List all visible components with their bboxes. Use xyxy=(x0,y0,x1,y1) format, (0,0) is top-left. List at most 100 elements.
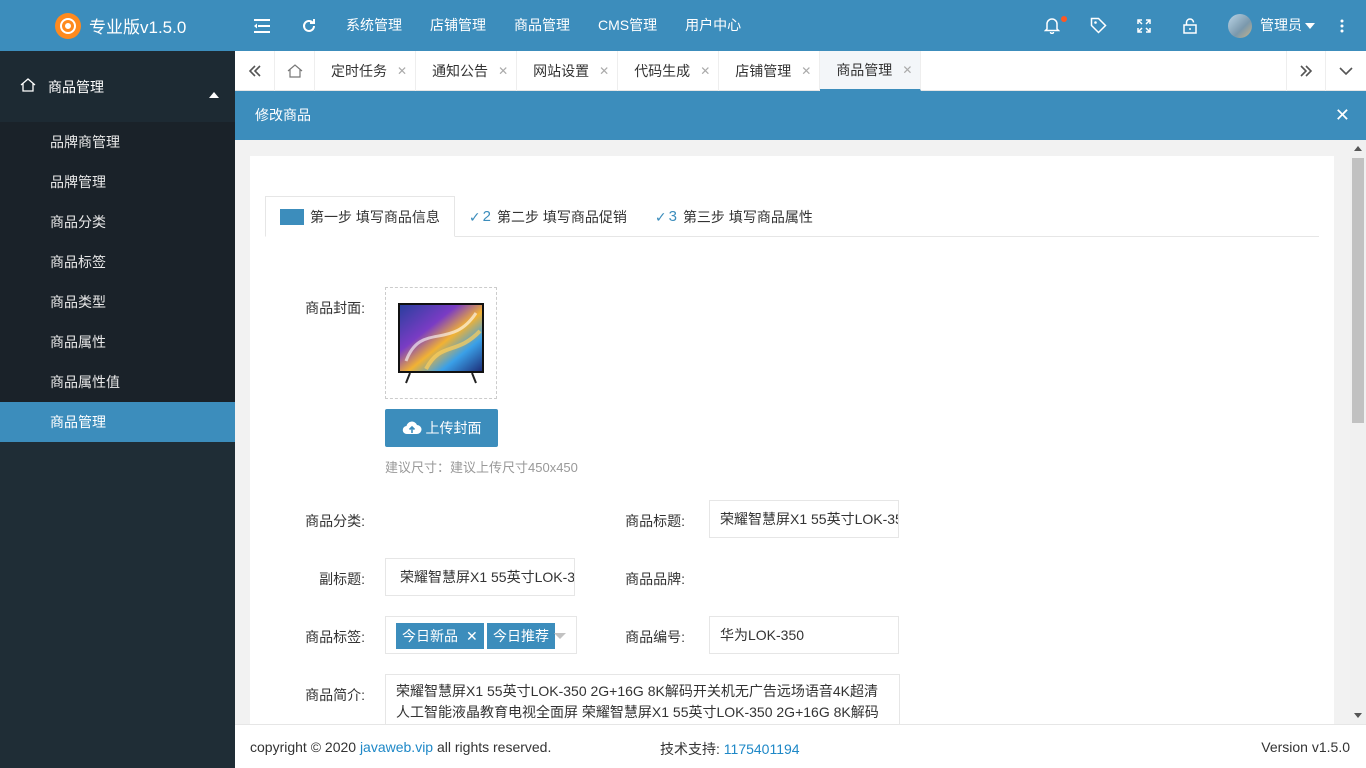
sn-input[interactable]: 华为LOK-350 xyxy=(709,616,899,654)
top-nav-user-center[interactable]: 用户中心 xyxy=(671,0,755,51)
tabs-bar: 定时任务 ✕ 通知公告 ✕ 网站设置 ✕ 代码生成 ✕ 店铺管理 ✕ 商品管理 ✕ xyxy=(235,51,1366,91)
edit-goods-modal: 修改商品 ✕ 第一步 填写商品信息 ✓ 2 第二步 填写商品促销 ✓ 3 第三步… xyxy=(235,91,1366,724)
form-panel: 第一步 填写商品信息 ✓ 2 第二步 填写商品促销 ✓ 3 第三步 填写商品属性… xyxy=(250,156,1334,724)
step-active-icon xyxy=(280,208,304,225)
step-3[interactable]: ✓ 3 第三步 填写商品属性 xyxy=(641,196,827,237)
tag-icon[interactable] xyxy=(1088,0,1108,51)
upload-cover-label: 上传封面 xyxy=(425,420,482,436)
logo: 专业版v1.5.0 xyxy=(0,0,235,51)
sidebar-item-attributes[interactable]: 商品属性 xyxy=(0,322,235,362)
check-icon: ✓ xyxy=(468,208,481,225)
tab-label: 代码生成 xyxy=(634,63,691,79)
tags-select[interactable]: 今日新品 ✕ 今日推荐 xyxy=(385,616,577,654)
tabs-scroll-left-icon[interactable] xyxy=(235,51,275,91)
support-qq-link[interactable]: 1175401194 xyxy=(724,741,800,757)
step-2[interactable]: ✓ 2 第二步 填写商品促销 xyxy=(455,196,641,237)
tags-label: 商品标签: xyxy=(305,629,365,645)
tab-scheduled-tasks[interactable]: 定时任务 ✕ xyxy=(315,51,417,91)
sidebar-item-brand[interactable]: 品牌管理 xyxy=(0,162,235,202)
refresh-icon[interactable] xyxy=(297,0,321,51)
desc-textarea[interactable]: 荣耀智慧屏X1 55英寸LOK-350 2G+16G 8K解码开关机无广告远场语… xyxy=(385,674,900,724)
desc-label: 商品简介: xyxy=(305,687,365,703)
more-vertical-icon[interactable] xyxy=(1334,0,1350,51)
tab-label: 通知公告 xyxy=(432,63,489,79)
close-icon[interactable]: ✕ xyxy=(1335,91,1350,140)
modal-title: 修改商品 xyxy=(255,107,311,123)
tab-notices[interactable]: 通知公告 ✕ xyxy=(416,51,518,91)
sidebar-item-tags[interactable]: 商品标签 xyxy=(0,242,235,282)
step-label: 第一步 填写商品信息 xyxy=(310,208,440,225)
footer: copyright © 2020 javaweb.vip all rights … xyxy=(235,724,1366,768)
scrollbar-thumb[interactable] xyxy=(1352,158,1364,423)
cover-label: 商品封面: xyxy=(305,300,365,316)
title-input[interactable]: 荣耀智慧屏X1 55英寸LOK-350 2G+16G 8K解码开关机无广告远场语… xyxy=(709,500,899,538)
sidebar-submenu: 品牌商管理 品牌管理 商品分类 商品标签 商品类型 商品属性 商品属性值 商品管… xyxy=(0,122,235,442)
cover-image[interactable] xyxy=(385,287,497,399)
step-label: 第二步 填写商品促销 xyxy=(496,208,627,225)
category-label: 商品分类: xyxy=(305,513,365,529)
close-icon[interactable]: ✕ xyxy=(902,50,912,90)
scrollbar[interactable] xyxy=(1350,140,1366,724)
tabs-menu-chevron-down-icon[interactable] xyxy=(1326,51,1366,91)
sidebar-item-brand-merchant[interactable]: 品牌商管理 xyxy=(0,122,235,162)
top-nav-cms[interactable]: CMS管理 xyxy=(584,0,671,51)
subtitle-input[interactable]: 荣耀智慧屏X1 55英寸LOK-350 2G+16G 8K解码开关机无广告远场语… xyxy=(385,558,575,596)
top-nav-system[interactable]: 系统管理 xyxy=(332,0,416,51)
tab-goods-management[interactable]: 商品管理 ✕ xyxy=(820,50,922,91)
cloud-upload-icon xyxy=(402,421,421,435)
user-dropdown-icon[interactable] xyxy=(1305,23,1315,29)
close-icon[interactable]: ✕ xyxy=(801,51,811,91)
menu-toggle-icon[interactable] xyxy=(250,0,274,51)
sidebar: 商品管理 品牌商管理 品牌管理 商品分类 商品标签 商品类型 商品属性 商品属性… xyxy=(0,51,235,768)
support-label: 技术支持: xyxy=(660,741,720,757)
scroll-up-icon[interactable] xyxy=(1354,146,1362,151)
brand-label: 商品品牌: xyxy=(625,571,685,587)
logo-icon xyxy=(55,12,81,39)
tab-label: 定时任务 xyxy=(331,63,387,79)
top-header: 专业版v1.5.0 系统管理 店铺管理 商品管理 CMS管理 用户中心 管理员 xyxy=(0,0,1366,51)
sidebar-group-label: 商品管理 xyxy=(48,78,104,95)
sn-label: 商品编号: xyxy=(625,629,685,645)
sidebar-item-goods[interactable]: 商品管理 xyxy=(0,402,235,442)
tab-label: 店铺管理 xyxy=(735,63,792,79)
sidebar-item-types[interactable]: 商品类型 xyxy=(0,282,235,322)
modal-header: 修改商品 ✕ xyxy=(235,91,1366,140)
avatar[interactable] xyxy=(1228,14,1252,38)
tab-code-gen[interactable]: 代码生成 ✕ xyxy=(618,51,720,91)
tabs-scroll-right-icon[interactable] xyxy=(1286,51,1326,91)
collapse-caret-icon xyxy=(209,92,219,98)
tab-home-icon[interactable] xyxy=(275,51,315,91)
support: 技术支持: 1175401194 xyxy=(660,739,800,759)
chevron-down-icon[interactable] xyxy=(554,633,566,639)
close-icon[interactable]: ✕ xyxy=(397,51,407,91)
home-icon xyxy=(20,78,36,95)
scroll-down-icon[interactable] xyxy=(1354,713,1362,718)
subtitle-label: 副标题: xyxy=(319,571,365,587)
step-1[interactable]: 第一步 填写商品信息 xyxy=(265,196,455,237)
top-nav: 系统管理 店铺管理 商品管理 CMS管理 用户中心 xyxy=(332,0,755,51)
sidebar-item-category[interactable]: 商品分类 xyxy=(0,202,235,242)
tab-site-settings[interactable]: 网站设置 ✕ xyxy=(517,51,619,91)
site-link[interactable]: javaweb.vip xyxy=(360,739,433,755)
lock-icon[interactable] xyxy=(1180,0,1200,51)
user-name[interactable]: 管理员 xyxy=(1260,0,1302,51)
tag-chip: 今日新品 ✕ xyxy=(396,623,484,649)
tag-label: 今日推荐 xyxy=(493,628,549,644)
step-tabs: 第一步 填写商品信息 ✓ 2 第二步 填写商品促销 ✓ 3 第三步 填写商品属性 xyxy=(265,196,1319,237)
step-number: 3 xyxy=(668,207,677,225)
cover-size-hint: 建议尺寸：建议上传尺寸450x450 xyxy=(385,460,578,475)
sidebar-item-attribute-values[interactable]: 商品属性值 xyxy=(0,362,235,402)
bell-icon[interactable] xyxy=(1042,0,1062,51)
tabs: 定时任务 ✕ 通知公告 ✕ 网站设置 ✕ 代码生成 ✕ 店铺管理 ✕ 商品管理 ✕ xyxy=(315,50,922,91)
remove-tag-icon[interactable]: ✕ xyxy=(466,628,478,644)
tab-shop-management[interactable]: 店铺管理 ✕ xyxy=(719,51,821,91)
sidebar-group-goods[interactable]: 商品管理 xyxy=(0,51,235,122)
top-nav-shop[interactable]: 店铺管理 xyxy=(416,0,500,51)
upload-cover-button[interactable]: 上传封面 xyxy=(385,409,498,447)
close-icon[interactable]: ✕ xyxy=(700,51,710,91)
close-icon[interactable]: ✕ xyxy=(498,51,508,91)
app-title: 专业版v1.5.0 xyxy=(89,18,187,37)
top-nav-goods[interactable]: 商品管理 xyxy=(500,0,584,51)
close-icon[interactable]: ✕ xyxy=(599,51,609,91)
fullscreen-icon[interactable] xyxy=(1134,0,1154,51)
